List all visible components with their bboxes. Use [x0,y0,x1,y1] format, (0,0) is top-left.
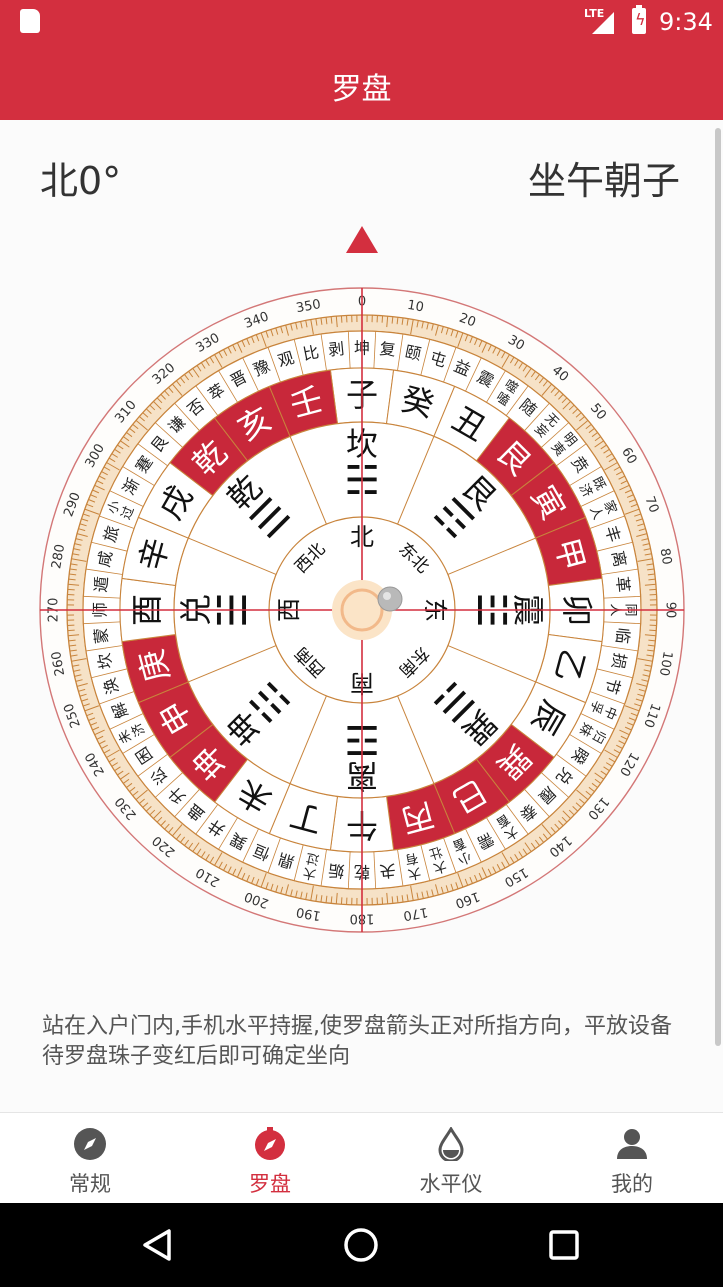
status-bar: LTE ϟ 9:34 [0,0,723,44]
level-drop-icon [438,1127,464,1161]
hexagram-label: 剥 [327,339,345,359]
scrollbar[interactable] [715,128,721,1046]
signal-icon [592,12,614,34]
luopan-icon [255,1127,285,1160]
page-title: 罗盘 [331,72,392,107]
heading-readout: 北0° [40,159,122,203]
level-bubble [377,586,403,612]
instruction-text: 站在入户门内,手机水平持握,使罗盘箭头正对所指方向，平放设备待罗盘珠子变红后即可… [42,1014,672,1069]
tab-luopan[interactable]: 罗盘 [180,1113,360,1204]
hexagram-label: 姤 [327,860,345,880]
sd-card-icon [20,9,40,33]
bottom-tab-bar: 常规 罗盘 水平仪 我的 [0,1112,723,1204]
compass-icon [74,1128,106,1160]
hexagram-label: 复 [379,339,397,359]
back-icon[interactable] [97,1203,217,1287]
home-icon[interactable] [301,1203,421,1287]
tab-mine[interactable]: 我的 [542,1113,722,1204]
clock: 9:34 [659,8,713,36]
degree-label: 10 [406,298,425,316]
sitting-direction: 坐午朝子 [527,159,680,203]
app-bar: 罗盘 [0,44,723,120]
direction-pointer-icon [346,226,378,253]
tab-label: 我的 [611,1172,653,1196]
system-nav-bar [0,1203,723,1287]
hexagram-label: 革 [612,575,632,593]
tab-label: 常规 [69,1172,111,1196]
hexagram-label: 临 [612,627,632,645]
hexagram-label: 蒙 [91,627,111,645]
tab-label: 罗盘 [249,1172,291,1196]
tab-general[interactable]: 常规 [0,1113,180,1204]
hexagram-label: 遁 [91,575,111,593]
tab-level[interactable]: 水平仪 [361,1113,541,1204]
luopan-compass: 0102030405060708090100110120130140150160… [39,287,685,933]
level-bubble-highlight [383,592,391,600]
hexagram-label: 夬 [379,860,397,880]
battery-charging-icon: ϟ [632,5,646,34]
user-icon [617,1129,647,1159]
tab-label: 水平仪 [419,1172,483,1196]
degree-label: 80 [656,547,674,566]
recents-icon[interactable] [504,1203,624,1287]
